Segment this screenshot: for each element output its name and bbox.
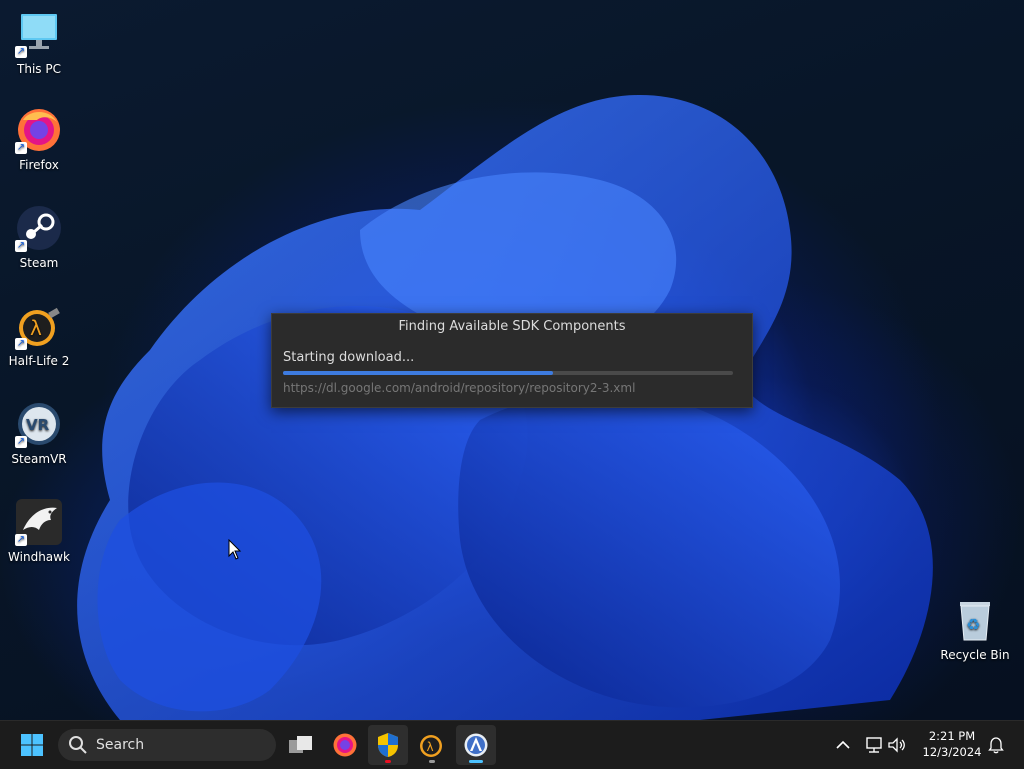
steamvr-icon: VR ↗	[15, 400, 63, 448]
clock-time: 2:21 PM	[928, 729, 976, 743]
taskbar-security-shield[interactable]	[368, 725, 408, 765]
task-view-icon	[289, 736, 312, 753]
steam-icon: ↗	[15, 204, 63, 252]
taskbar-android-studio[interactable]	[456, 725, 496, 765]
svg-text:VR: VR	[26, 416, 50, 434]
taskbar-search-box[interactable]: Search	[58, 729, 276, 761]
taskbar-running-indicator	[385, 760, 391, 763]
desktop-icon-label: Firefox	[19, 158, 59, 172]
computer-icon: ↗	[15, 10, 63, 58]
show-hidden-icons-button[interactable]	[825, 725, 861, 765]
taskbar-active-indicator	[469, 760, 483, 763]
network-volume-tray[interactable]	[862, 725, 910, 765]
search-label: Search	[96, 737, 145, 753]
taskbar: Search λ 2:21 PM 12/3/2024	[0, 720, 1024, 769]
desktop-icon-label: SteamVR	[11, 452, 67, 466]
dialog-title: Finding Available SDK Components	[398, 319, 626, 334]
recycle-bin-icon: ♻	[951, 596, 999, 644]
dialog-url-text: https://dl.google.com/android/repository…	[283, 381, 636, 395]
taskbar-half-life-2[interactable]: λ	[412, 725, 452, 765]
volume-icon	[888, 737, 905, 753]
sdk-progress-dialog: Finding Available SDK Components Startin…	[271, 313, 753, 408]
start-button[interactable]	[12, 725, 52, 765]
search-icon	[69, 736, 87, 754]
taskbar-firefox[interactable]	[325, 725, 365, 765]
progress-fill	[283, 371, 553, 375]
desktop-icon-steam[interactable]: ↗ Steam	[1, 204, 77, 270]
desktop-icon-firefox[interactable]: ↗ Firefox	[1, 106, 77, 172]
windhawk-icon: ↗	[15, 498, 63, 546]
desktop-icon-this-pc[interactable]: ↗ This PC	[1, 10, 77, 76]
desktop-icon-recycle-bin[interactable]: ♻ Recycle Bin	[937, 596, 1013, 662]
firefox-icon	[333, 733, 357, 757]
download-progress-bar	[283, 371, 733, 375]
clock-date: 12/3/2024	[922, 745, 982, 759]
desktop-icon-label: Steam	[19, 256, 59, 270]
desktop-icon-label: Recycle Bin	[940, 648, 1010, 662]
windows-logo-icon	[21, 734, 43, 756]
desktop-background: ↗ This PC ↗ Firefox ↗ Steam λ ↗ Half-Lif…	[0, 0, 1024, 720]
shield-icon	[378, 733, 398, 757]
taskbar-task-view[interactable]	[281, 725, 321, 765]
desktop-icon-label: Half-Life 2	[8, 354, 70, 368]
network-icon	[866, 737, 882, 753]
half-life-icon: λ	[420, 735, 442, 757]
mouse-cursor-icon	[228, 539, 242, 560]
notifications-button[interactable]	[984, 725, 1008, 765]
svg-text:λ: λ	[427, 740, 434, 754]
chevron-up-icon	[836, 740, 850, 749]
desktop-icon-half-life-2[interactable]: λ ↗ Half-Life 2	[1, 302, 77, 368]
svg-text:♻: ♻	[966, 615, 980, 634]
desktop-icon-label: Windhawk	[8, 550, 70, 564]
taskbar-running-indicator	[429, 760, 435, 763]
desktop-icon-windhawk[interactable]: ↗ Windhawk	[1, 498, 77, 564]
desktop-icon-label: This PC	[17, 62, 61, 76]
firefox-icon: ↗	[15, 106, 63, 154]
svg-text:λ: λ	[30, 316, 42, 340]
desktop-icon-steamvr[interactable]: VR ↗ SteamVR	[1, 400, 77, 466]
android-studio-icon	[464, 733, 488, 757]
bell-icon	[988, 737, 1004, 754]
clock[interactable]: 2:21 PM 12/3/2024	[916, 727, 988, 763]
half-life-icon: λ ↗	[15, 302, 63, 350]
dialog-status-text: Starting download...	[283, 350, 415, 365]
